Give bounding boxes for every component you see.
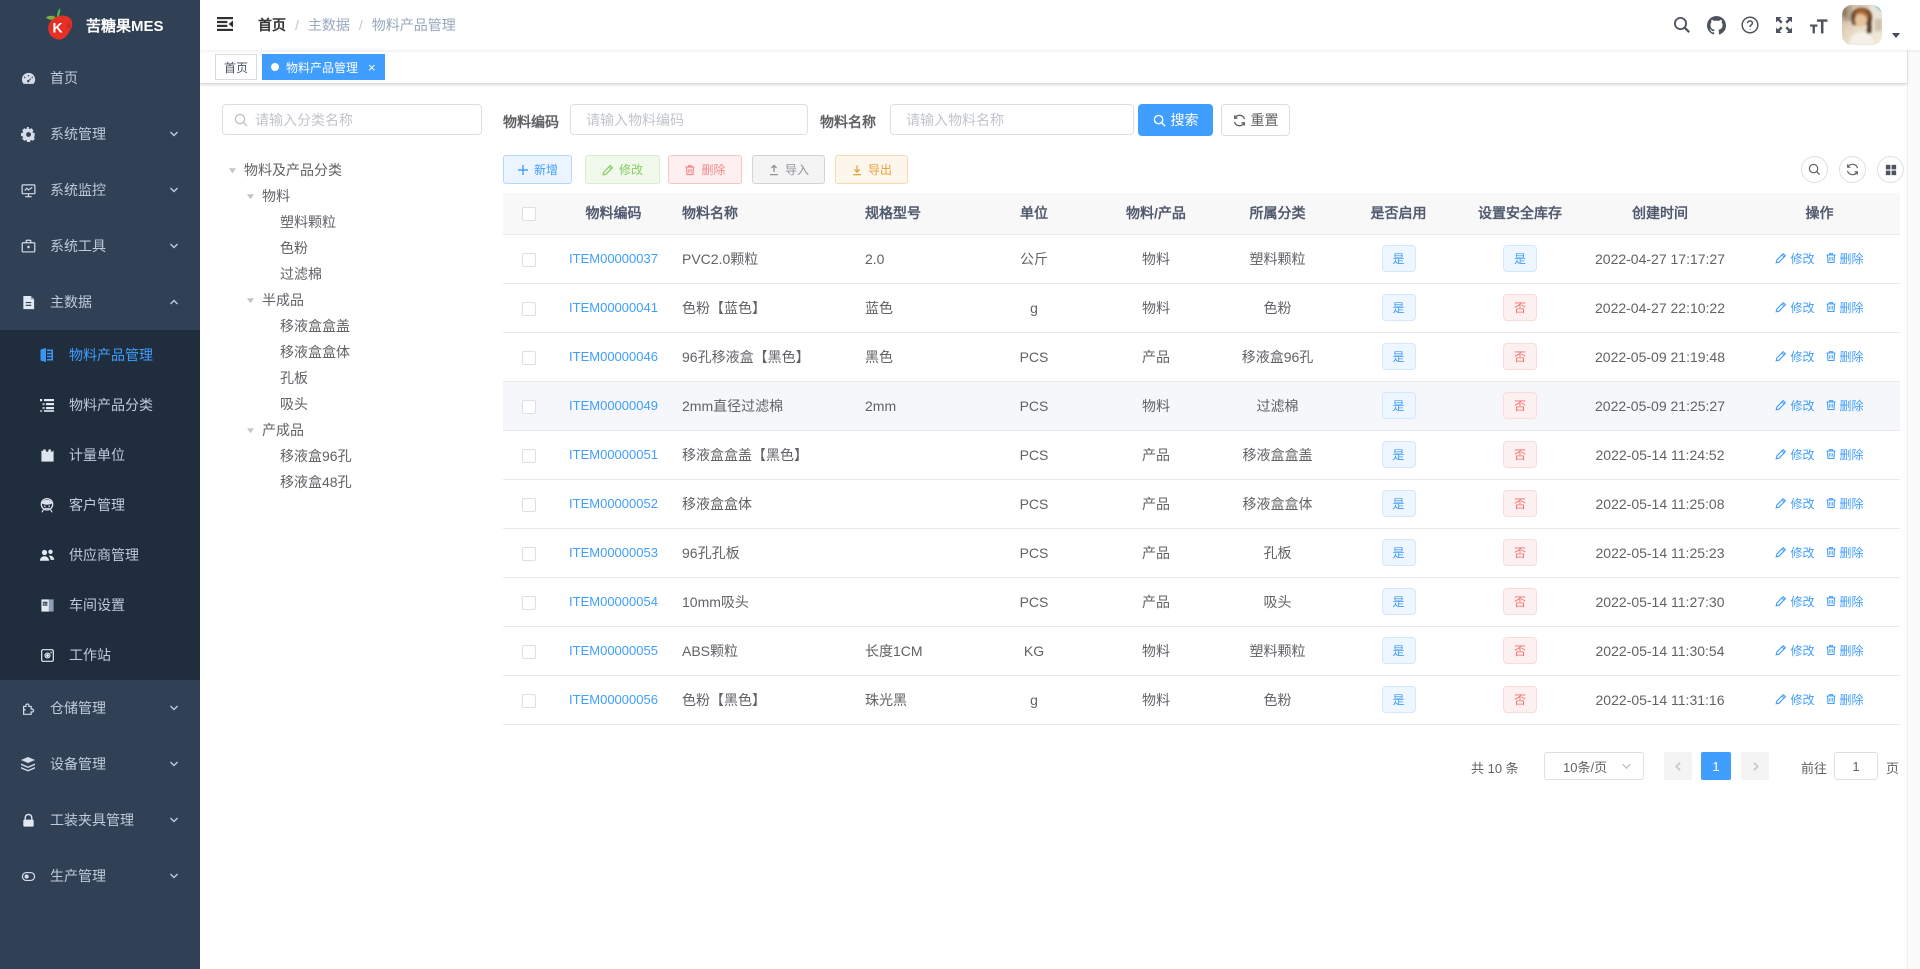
svg-text:车间: 车间 [43, 601, 49, 606]
svg-text:K: K [53, 20, 64, 36]
